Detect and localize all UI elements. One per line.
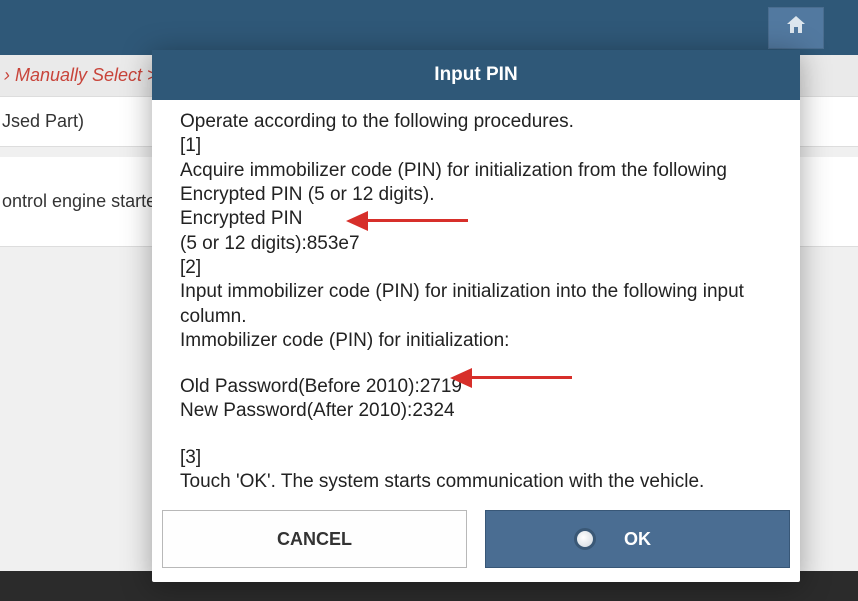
body-text: Immobilizer code (PIN) for initializatio… — [180, 329, 772, 353]
home-button[interactable] — [768, 7, 824, 49]
ok-button-label: OK — [624, 529, 651, 550]
app-topbar — [0, 0, 858, 55]
home-icon — [783, 13, 809, 42]
encrypted-pin-line: (5 or 12 digits):853e7 — [180, 232, 772, 256]
body-text: [1] — [180, 134, 772, 158]
body-text: Encrypted PIN — [180, 207, 772, 231]
old-password-line: Old Password(Before 2010):2719 — [180, 375, 772, 399]
ok-button[interactable]: OK — [485, 510, 790, 568]
new-password-line: New Password(After 2010):2324 — [180, 399, 772, 423]
body-text: Touch 'OK'. The system starts communicat… — [180, 470, 772, 494]
dialog-footer: CANCEL OK — [152, 500, 800, 582]
cancel-button[interactable]: CANCEL — [162, 510, 467, 568]
input-pin-dialog: Input PIN Operate according to the follo… — [152, 50, 800, 582]
dialog-title: Input PIN — [152, 50, 800, 100]
dialog-body: Operate according to the following proce… — [152, 100, 800, 500]
body-text: [2] — [180, 256, 772, 280]
body-text: Acquire immobilizer code (PIN) for initi… — [180, 159, 772, 208]
body-text: [3] — [180, 446, 772, 470]
body-text: Operate according to the following proce… — [180, 110, 772, 134]
topbar-spacer — [832, 7, 850, 49]
body-text: Input immobilizer code (PIN) for initial… — [180, 280, 772, 329]
touch-indicator-icon — [574, 528, 596, 550]
